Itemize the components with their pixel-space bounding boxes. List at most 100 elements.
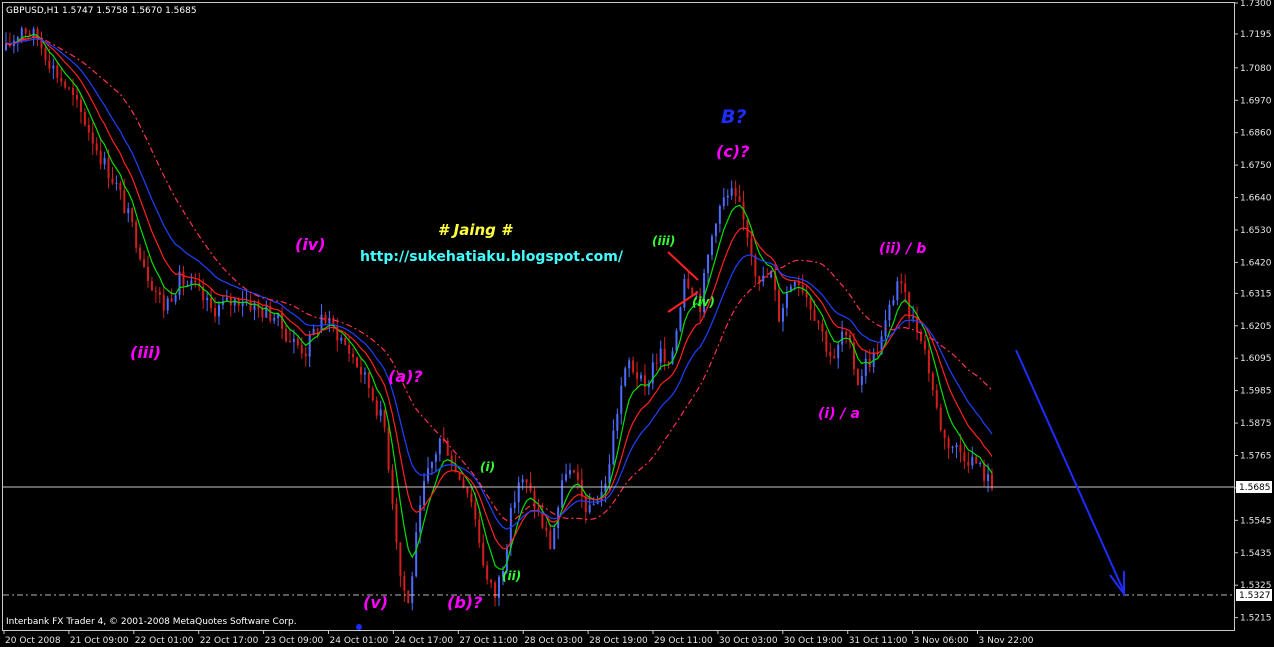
wave-label-a: (a)? bbox=[388, 367, 423, 386]
candle-body bbox=[296, 338, 299, 346]
candle-body bbox=[931, 373, 934, 391]
platform-footer: Interbank FX Trader 4, © 2001-2008 MetaQ… bbox=[6, 617, 297, 627]
x-tick-label: 31 Oct 11:00 bbox=[849, 636, 908, 646]
candle-body bbox=[470, 493, 473, 503]
y-tick-label: 1.5435 bbox=[1240, 549, 1272, 559]
candle-body bbox=[348, 344, 351, 354]
candle-body bbox=[959, 445, 962, 453]
candle-body bbox=[217, 304, 220, 317]
x-tick-label: 29 Oct 11:00 bbox=[654, 636, 713, 646]
y-tick-label: 1.6315 bbox=[1240, 289, 1272, 299]
candle-body bbox=[434, 454, 437, 462]
candle-body bbox=[423, 481, 426, 505]
y-tick-label: 1.6530 bbox=[1240, 226, 1272, 236]
candle-body bbox=[281, 312, 284, 329]
candle-body bbox=[359, 367, 362, 375]
candle-body bbox=[837, 344, 840, 359]
candle-body bbox=[292, 338, 295, 342]
x-tick-label: 23 Oct 09:00 bbox=[265, 636, 324, 646]
low-marker-dot bbox=[356, 624, 362, 630]
candle-body bbox=[249, 301, 252, 311]
candle-body bbox=[513, 502, 516, 508]
candle-body bbox=[83, 111, 86, 125]
candle-body bbox=[139, 247, 142, 260]
candle-body bbox=[320, 314, 323, 331]
candle-body bbox=[182, 271, 185, 286]
y-tick-label: 1.5765 bbox=[1240, 451, 1272, 461]
candle-body bbox=[726, 195, 729, 198]
wave-label-iv-minor: (iv) bbox=[692, 295, 715, 309]
candle-body bbox=[127, 208, 130, 214]
candle-body bbox=[714, 223, 717, 237]
candle-body bbox=[987, 474, 990, 481]
candle-body bbox=[387, 427, 390, 470]
candle-body bbox=[734, 188, 737, 197]
y-tick-label: 1.5985 bbox=[1240, 387, 1272, 397]
candle-body bbox=[135, 221, 138, 248]
candle-body bbox=[864, 358, 867, 376]
candle-body bbox=[841, 331, 844, 345]
candle-body bbox=[766, 275, 769, 278]
candle-body bbox=[107, 157, 110, 179]
x-tick-label: 24 Oct 01:00 bbox=[330, 636, 389, 646]
candle-body bbox=[99, 150, 102, 165]
candle-body bbox=[549, 530, 552, 550]
candle-body bbox=[943, 429, 946, 439]
candle-body bbox=[308, 334, 311, 357]
y-tick-label: 1.5215 bbox=[1240, 614, 1272, 624]
wave-label-v: (v) bbox=[363, 593, 388, 612]
candle-body bbox=[56, 65, 59, 78]
candle-body bbox=[344, 338, 347, 345]
y-tick-label: 1.6970 bbox=[1240, 96, 1272, 106]
candle-body bbox=[304, 353, 307, 357]
symbol-header: GBPUSD,H1 1.5747 1.5758 1.5670 1.5685 bbox=[6, 6, 197, 16]
candle-body bbox=[525, 479, 528, 483]
candle-body bbox=[111, 178, 114, 184]
candle-body bbox=[754, 255, 757, 277]
candle-body bbox=[103, 157, 106, 165]
candle-body bbox=[636, 372, 639, 379]
candle-body bbox=[430, 461, 433, 469]
candle-body bbox=[60, 77, 63, 82]
price-chart[interactable]: 1.7300 1.7195 1.7080 1.6970 1.6860 1.6750 1.66… bbox=[0, 0, 1274, 647]
candle-body bbox=[87, 124, 90, 133]
x-tick-label: 30 Oct 19:00 bbox=[784, 636, 843, 646]
candle-body bbox=[367, 372, 370, 389]
candle-body bbox=[845, 331, 848, 336]
candle-body bbox=[300, 345, 303, 354]
candle-body bbox=[710, 236, 713, 256]
candle-body bbox=[707, 255, 710, 273]
y-tick-label: 1.6420 bbox=[1240, 258, 1272, 268]
candle-body bbox=[490, 579, 493, 583]
candle-body bbox=[612, 430, 615, 465]
target-price-label: 1.5327 bbox=[1239, 591, 1271, 601]
candle-body bbox=[718, 206, 721, 224]
candle-body bbox=[214, 308, 217, 317]
candle-body bbox=[639, 375, 642, 379]
candle-body bbox=[584, 496, 587, 513]
candle-body bbox=[411, 576, 414, 604]
candle-body bbox=[91, 132, 94, 144]
candle-body bbox=[261, 308, 264, 318]
candle-body bbox=[68, 87, 71, 89]
y-tick-label: 1.6750 bbox=[1240, 161, 1272, 171]
y-tick-label: 1.5875 bbox=[1240, 419, 1272, 429]
candle-body bbox=[892, 300, 895, 305]
candle-body bbox=[572, 470, 575, 473]
candle-body bbox=[588, 504, 591, 513]
candle-body bbox=[778, 290, 781, 322]
x-tick-label: 21 Oct 09:00 bbox=[70, 636, 129, 646]
candle-body bbox=[860, 375, 863, 385]
candle-body bbox=[833, 356, 836, 359]
candle-body bbox=[616, 413, 619, 431]
candle-body bbox=[269, 306, 272, 321]
candle-body bbox=[288, 341, 291, 343]
candle-body bbox=[143, 259, 146, 267]
candle-body bbox=[356, 357, 359, 368]
candle-body bbox=[750, 237, 753, 256]
candle-body bbox=[947, 438, 950, 449]
candle-body bbox=[48, 60, 51, 69]
candle-body bbox=[955, 445, 958, 448]
candle-body bbox=[762, 275, 765, 282]
candle-body bbox=[210, 297, 213, 309]
